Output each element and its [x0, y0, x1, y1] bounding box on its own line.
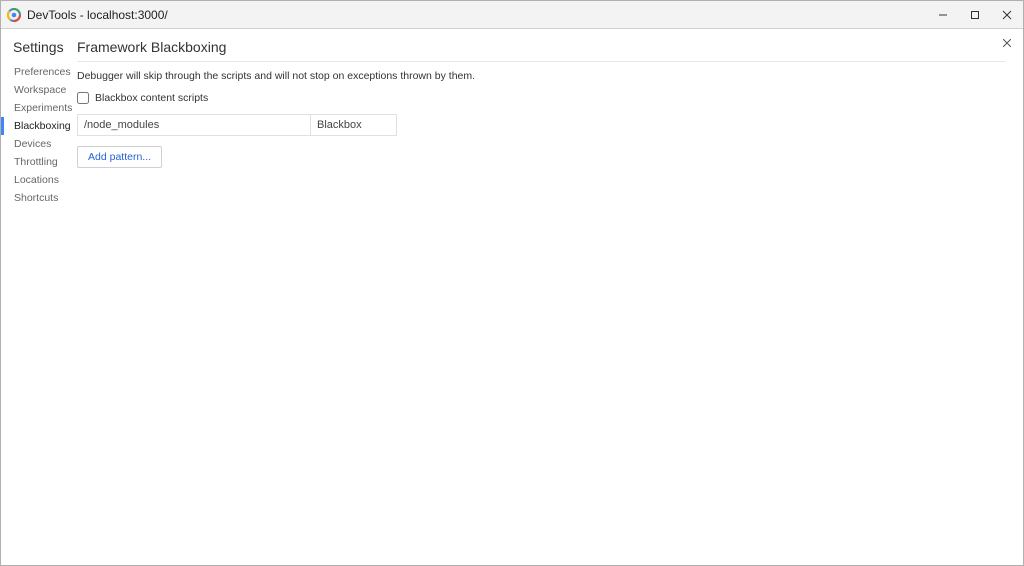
window-title: DevTools - localhost:3000/	[27, 8, 168, 22]
sidebar-item-locations[interactable]: Locations	[1, 171, 65, 189]
behavior-cell[interactable]: Blackbox	[311, 115, 396, 135]
close-button[interactable]	[991, 1, 1023, 28]
app-window: DevTools - localhost:3000/ Settings Pref…	[0, 0, 1024, 566]
window-controls	[927, 1, 1023, 28]
blackbox-content-scripts-label[interactable]: Blackbox content scripts	[95, 92, 208, 104]
help-text: Debugger will skip through the scripts a…	[77, 70, 1005, 82]
pattern-cell[interactable]: /node_modules	[78, 115, 311, 135]
settings-main: Framework Blackboxing Debugger will skip…	[65, 29, 1023, 565]
patterns-table: /node_modules Blackbox	[77, 114, 397, 136]
minimize-button[interactable]	[927, 1, 959, 28]
settings-sidebar: Settings PreferencesWorkspaceExperiments…	[1, 29, 65, 565]
settings-title: Settings	[11, 39, 65, 55]
sidebar-item-throttling[interactable]: Throttling	[1, 153, 65, 171]
sidebar-item-blackboxing[interactable]: Blackboxing	[1, 117, 65, 135]
settings-body: Settings PreferencesWorkspaceExperiments…	[1, 29, 1023, 565]
blackbox-content-scripts-row[interactable]: Blackbox content scripts	[77, 92, 1005, 104]
close-settings-button[interactable]	[999, 35, 1015, 51]
divider	[77, 61, 1005, 62]
devtools-icon	[7, 8, 21, 22]
titlebar: DevTools - localhost:3000/	[1, 1, 1023, 29]
blackbox-content-scripts-checkbox[interactable]	[77, 92, 89, 104]
add-pattern-row: Add pattern...	[77, 146, 1005, 168]
maximize-button[interactable]	[959, 1, 991, 28]
sidebar-item-devices[interactable]: Devices	[1, 135, 65, 153]
add-pattern-button[interactable]: Add pattern...	[77, 146, 162, 168]
page-title: Framework Blackboxing	[77, 39, 1005, 55]
sidebar-item-experiments[interactable]: Experiments	[1, 99, 65, 117]
sidebar-item-shortcuts[interactable]: Shortcuts	[1, 189, 65, 207]
sidebar-item-preferences[interactable]: Preferences	[1, 63, 65, 81]
sidebar-item-workspace[interactable]: Workspace	[1, 81, 65, 99]
